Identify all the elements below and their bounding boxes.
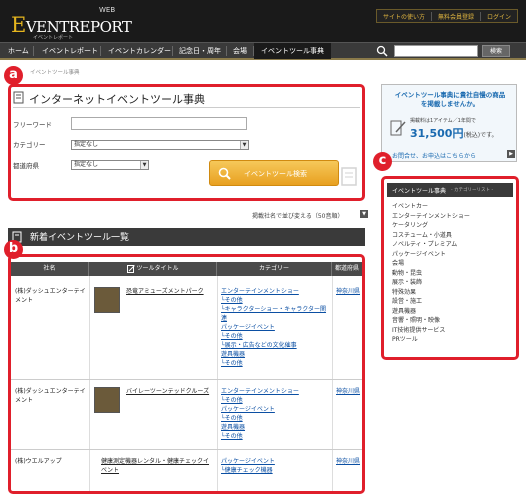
ad-contact-link[interactable]: お問合せ、お申込はこちらから <box>392 151 476 160</box>
annotation-marker-a: a <box>4 66 23 85</box>
tool-thumbnail[interactable] <box>94 287 120 313</box>
col-company: 社名 <box>11 262 89 276</box>
category-list: イベントカー エンターテインメントショー ケータリング コスチューム・小道具 ノベルティ… <box>392 202 470 345</box>
nav-event-report[interactable]: イベントレポート <box>42 43 98 59</box>
ad-fee-note: 掲載料は1アイテム／1年間で <box>410 118 476 124</box>
login-link[interactable]: ログイン <box>479 11 517 21</box>
col-prefecture: 都道府県 <box>334 265 359 272</box>
row-prefecture[interactable]: 神奈川県 <box>336 287 360 296</box>
category-list-item[interactable]: イベントカー <box>392 202 470 212</box>
category-list-item[interactable]: ノベルティ・プレミアム <box>392 240 470 250</box>
freeword-label: フリーワード <box>13 121 52 129</box>
category-label: カテゴリー <box>13 141 46 149</box>
how-to-use-link[interactable]: サイトの使い方 <box>377 12 431 21</box>
new-tools-table: 社名 ツールタイトル カテゴリー 都道府県 (株)ダッシュエンターテイメント 恐… <box>8 254 365 494</box>
ad-price: 31,500円(税込)です。 <box>410 127 498 140</box>
category-list-item[interactable]: 設営・施工 <box>392 297 470 307</box>
annotation-marker-b: b <box>4 240 23 259</box>
tool-thumbnail[interactable] <box>94 387 120 413</box>
row-categories: パッケージイベント └健康チェック機器 <box>221 458 275 474</box>
tool-search-panel: インターネットイベントツール事典 フリーワード カテゴリー 指定なし ▼ 都道府… <box>8 84 365 201</box>
chevron-down-icon: ▼ <box>140 161 148 169</box>
row-categories: エンターテインメントショー └その他 パッケージイベント └その他 遊具機器 └… <box>221 388 299 440</box>
nav-venue[interactable]: 会場 <box>233 43 247 59</box>
row-tool-title[interactable]: 恐竜アミューズメントパーク <box>126 287 212 296</box>
ad-title: イベントツール事典に貴社自慢の商品を掲載しませんか。 <box>394 91 506 108</box>
register-link[interactable]: 無料会員登録 <box>430 11 480 21</box>
site-search-button[interactable]: 検索 <box>482 45 510 57</box>
site-header: WEB EVENTREPORT イベントレポート サイトの使い方 無料会員登録 … <box>0 0 526 42</box>
main-nav: ホーム イベントレポート イベントカレンダー 記念日・周年 会場 イベントツール… <box>0 42 526 60</box>
site-search-input[interactable] <box>394 45 478 57</box>
row-tool-title[interactable]: 健康測定機器レンタル・健康チェックイベント <box>101 457 213 475</box>
category-list-item[interactable]: コスチューム・小道具 <box>392 231 470 241</box>
row-prefecture[interactable]: 神奈川県 <box>336 457 360 466</box>
arrow-down-icon: ▼ <box>360 210 368 218</box>
search-panel-title: インターネットイベントツール事典 <box>29 93 205 106</box>
category-list-item[interactable]: IT技術提供サービス <box>392 326 470 336</box>
new-tools-title: 新着イベントツール一覧 <box>30 233 130 243</box>
category-list-item[interactable]: PRツール <box>392 335 470 345</box>
row-tool-title[interactable]: バイレーツーンテッドクルーズ <box>126 387 212 396</box>
arrow-right-icon[interactable]: ▶ <box>507 150 515 158</box>
category-select[interactable]: 指定なし ▼ <box>71 140 249 150</box>
annotation-marker-c: c <box>373 152 392 171</box>
new-tools-header: 新着イベントツール一覧 <box>8 228 365 246</box>
edit-icon <box>126 264 135 273</box>
row-prefecture[interactable]: 神奈川県 <box>336 387 360 396</box>
col-title: ツールタイトル <box>89 262 217 276</box>
sort-by-company-link[interactable]: 掲載社名で並び変える（50音順） <box>252 211 343 220</box>
category-list-item[interactable]: 遊具機器 <box>392 307 470 317</box>
row-company: (株)ウエルアップ <box>15 458 62 465</box>
table-header: 社名 ツールタイトル カテゴリー 都道府県 <box>11 262 362 276</box>
category-list-item[interactable]: 動物・昆虫 <box>392 269 470 279</box>
freeword-input[interactable] <box>71 117 247 130</box>
chevron-down-icon: ▼ <box>240 141 248 149</box>
listing-ad-box: イベントツール事典に貴社自慢の商品を掲載しませんか。 掲載料は1アイテム／1年間… <box>381 84 517 162</box>
col-category: カテゴリー <box>217 262 332 276</box>
category-list-panel: イベントツール事典 - カテゴリーリスト - イベントカー エンターテインメントシ… <box>381 176 519 360</box>
tool-search-button[interactable]: イベントツール検索 <box>209 160 339 186</box>
search-icon <box>376 45 388 57</box>
category-list-item[interactable]: 特殊効果 <box>392 288 470 298</box>
category-list-item[interactable]: パッケージイベント <box>392 250 470 260</box>
logo-tagline: イベントレポート <box>33 35 74 41</box>
watermark-book-icon <box>341 167 357 186</box>
category-list-item[interactable]: エンターテインメントショー <box>392 212 470 222</box>
magnifier-icon <box>218 167 231 180</box>
category-list-header: イベントツール事典 - カテゴリーリスト - <box>387 183 513 197</box>
document-pen-icon <box>390 120 406 136</box>
book-icon <box>13 91 24 104</box>
category-list-item[interactable]: 展示・装飾 <box>392 278 470 288</box>
breadcrumb: イベントツール事典 <box>30 70 80 76</box>
prefecture-label: 都道府県 <box>13 162 39 170</box>
row-categories: エンターテインメントショー └その他 └キャラクターショー・キャラクター関連 パ… <box>221 288 327 367</box>
utility-links: サイトの使い方 無料会員登録 ログイン <box>375 9 518 23</box>
category-list-item[interactable]: 音響・照明・映像 <box>392 316 470 326</box>
category-list-item[interactable]: 会場 <box>392 259 470 269</box>
nav-anniversary[interactable]: 記念日・周年 <box>179 43 221 59</box>
nav-home[interactable]: ホーム <box>8 43 29 59</box>
prefecture-select[interactable]: 指定なし ▼ <box>71 160 149 170</box>
row-company: (株)ダッシュエンターテイメント <box>15 288 86 304</box>
category-list-item[interactable]: ケータリング <box>392 221 470 231</box>
row-company: (株)ダッシュエンターテイメント <box>15 388 86 404</box>
nav-event-calendar[interactable]: イベントカレンダー <box>108 43 171 59</box>
nav-event-tools[interactable]: イベントツール事典 <box>254 43 331 59</box>
